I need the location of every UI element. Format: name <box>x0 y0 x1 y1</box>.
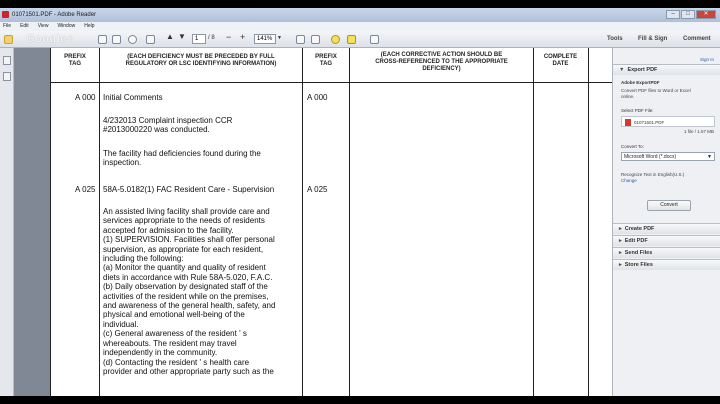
deficiency-header: (EACH DEFICIENCY MUST BE PRECEDED BY FUL… <box>125 54 277 67</box>
menu-bar: File Edit View Window Help <box>0 22 720 31</box>
tools-pane-button[interactable]: Tools <box>607 36 623 42</box>
menu-edit[interactable]: Edit <box>20 23 29 31</box>
convert-button[interactable]: Convert <box>647 200 691 211</box>
close-button[interactable]: ✕ <box>696 10 716 19</box>
page-number-input[interactable]: 1 <box>192 34 206 44</box>
zoom-out-icon[interactable]: − <box>226 32 231 43</box>
google-plus-watermark: Google+ <box>26 33 74 45</box>
complete-date-header: COMPLETE DATE <box>543 54 578 67</box>
maximize-button[interactable]: □ <box>681 10 695 19</box>
chevron-down-icon: ▼ <box>707 154 712 160</box>
initial-comments-title: Initial Comments <box>103 93 163 102</box>
pdf-file-icon <box>625 119 631 126</box>
minimize-button[interactable]: – <box>666 10 680 19</box>
next-page-icon[interactable]: ▼ <box>178 32 186 43</box>
email-icon[interactable] <box>112 35 121 44</box>
open-folder-icon[interactable] <box>4 35 13 44</box>
tag-a025-right: A 025 <box>307 185 328 194</box>
comment-icon[interactable] <box>128 35 137 44</box>
supervision-rule-text: An assisted living facility shall provid… <box>103 207 276 376</box>
exportpdf-description: Convert PDF files to Word or Excel onlin… <box>621 88 691 99</box>
navigation-pane <box>0 48 14 396</box>
adobe-app-icon <box>2 11 9 18</box>
previous-page-icon[interactable]: ▲ <box>166 32 174 43</box>
menu-window[interactable]: Window <box>57 23 75 31</box>
adobe-reader-window: 01071501.PDF - Adobe Reader – □ ✕ File E… <box>0 8 720 396</box>
file-size-info: 1 file / 1.57 MB <box>683 129 714 134</box>
pdf-page: PREFIX TAG (EACH DEFICIENCY MUST BE PREC… <box>50 48 612 396</box>
complaint-paragraph: 4/232013 Complaint inspection CCR #20130… <box>103 116 233 135</box>
title-bar: 01071501.PDF - Adobe Reader – □ ✕ <box>0 8 720 22</box>
expand-arrow-icon: ▸ <box>619 226 622 232</box>
collapse-arrow-icon: ▼ <box>619 67 625 73</box>
pages-panel-icon[interactable] <box>3 56 11 65</box>
main-toolbar: Google+ ▲ ▼ 1 / 8 − + 141% ▼ Tools Fill … <box>0 31 720 48</box>
edit-pdf-section-header[interactable]: ▸ Edit PDF <box>613 235 720 246</box>
tools-right-panel: Sign In ▼ Export PDF Adobe ExportPDF Conv… <box>612 48 720 396</box>
corrective-action-header: (EACH CORRECTIVE ACTION SHOULD BE CROSS-… <box>375 52 508 72</box>
window-title: 01071501.PDF - Adobe Reader <box>12 12 97 18</box>
expand-arrow-icon: ▸ <box>619 262 622 268</box>
expand-icon[interactable] <box>370 35 379 44</box>
convert-to-dropdown[interactable]: Microsoft Word (*.docx) ▼ <box>621 152 715 161</box>
expand-arrow-icon: ▸ <box>619 250 622 256</box>
prefix-tag-header: PREFIX TAG <box>64 54 86 67</box>
sign-in-link[interactable]: Sign In <box>700 57 714 62</box>
change-language-link[interactable]: Change <box>621 178 637 183</box>
recognize-text-label: Recognize Text in English(U.S.) <box>621 172 685 177</box>
store-files-section-header[interactable]: ▸ Store Files <box>613 259 720 270</box>
print-icon[interactable] <box>98 35 107 44</box>
supervision-rule-title: 58A-5.0182(1) FAC Resident Care - Superv… <box>103 185 275 194</box>
convert-to-label: Convert To: <box>621 144 644 149</box>
fill-sign-pane-button[interactable]: Fill & Sign <box>638 36 667 42</box>
tag-a000-left: A 000 <box>75 93 96 102</box>
scroll-mode-icon[interactable] <box>311 35 320 44</box>
tag-a025-left: A 025 <box>75 185 96 194</box>
export-pdf-section-header[interactable]: ▼ Export PDF <box>613 64 720 75</box>
window-controls: – □ ✕ <box>666 10 716 19</box>
zoom-dropdown-icon[interactable]: ▼ <box>277 35 282 46</box>
selected-file-box[interactable]: 01071501.PDF <box>621 116 715 127</box>
create-pdf-section-header[interactable]: ▸ Create PDF <box>613 223 720 234</box>
highlight-icon[interactable] <box>347 35 356 44</box>
deficiencies-paragraph: The facility had deficiencies found duri… <box>103 149 261 168</box>
page-thumbnail-icon[interactable] <box>146 35 155 44</box>
attachments-panel-icon[interactable] <box>3 72 11 81</box>
adobe-exportpdf-label: Adobe ExportPDF <box>621 80 660 85</box>
comment-pane-button[interactable]: Comment <box>683 36 711 42</box>
menu-file[interactable]: File <box>3 23 11 31</box>
page-total: / 8 <box>208 35 215 41</box>
menu-help[interactable]: Help <box>84 23 94 31</box>
expand-arrow-icon: ▸ <box>619 238 622 244</box>
zoom-level-input[interactable]: 141% <box>254 34 276 44</box>
menu-view[interactable]: View <box>38 23 49 31</box>
send-files-section-header[interactable]: ▸ Send Files <box>613 247 720 258</box>
sticky-note-icon[interactable] <box>331 35 340 44</box>
prefix-tag-header-2: PREFIX TAG <box>315 54 337 67</box>
zoom-in-icon[interactable]: + <box>240 32 245 43</box>
tag-a000-right: A 000 <box>307 93 328 102</box>
fit-page-icon[interactable] <box>296 35 305 44</box>
document-view[interactable]: PREFIX TAG (EACH DEFICIENCY MUST BE PREC… <box>14 48 612 396</box>
select-file-label: Select PDF File: <box>621 108 654 113</box>
